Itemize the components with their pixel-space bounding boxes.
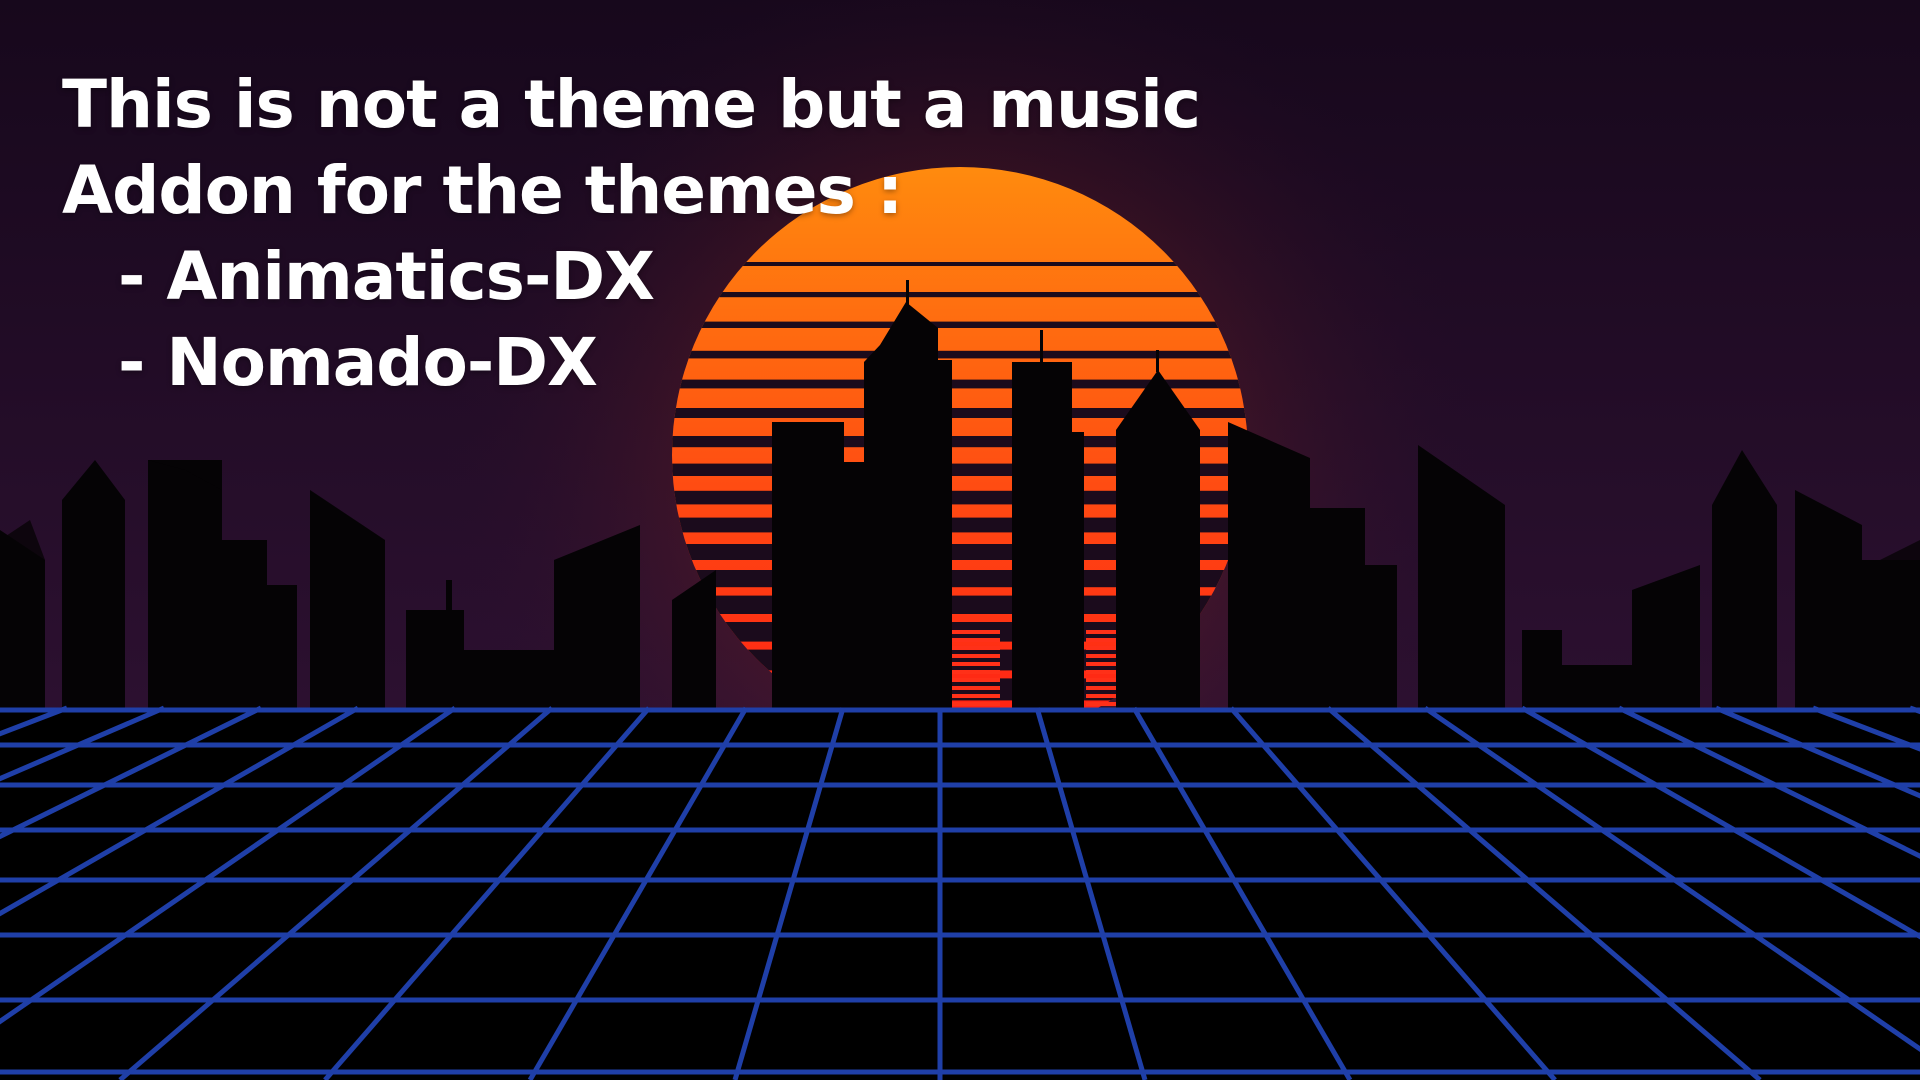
promo-banner: This is not a theme but a music Addon fo…: [0, 0, 1920, 1080]
floor-background: [0, 708, 1920, 1080]
theme-item-animatics: - Animatics-DX: [118, 238, 655, 315]
caption-line-2: Addon for the themes :: [62, 152, 903, 229]
promo-caption: This is not a theme but a music Addon fo…: [62, 62, 1201, 406]
caption-line-1: This is not a theme but a music: [62, 66, 1201, 143]
theme-item-nomado: - Nomado-DX: [118, 324, 598, 401]
